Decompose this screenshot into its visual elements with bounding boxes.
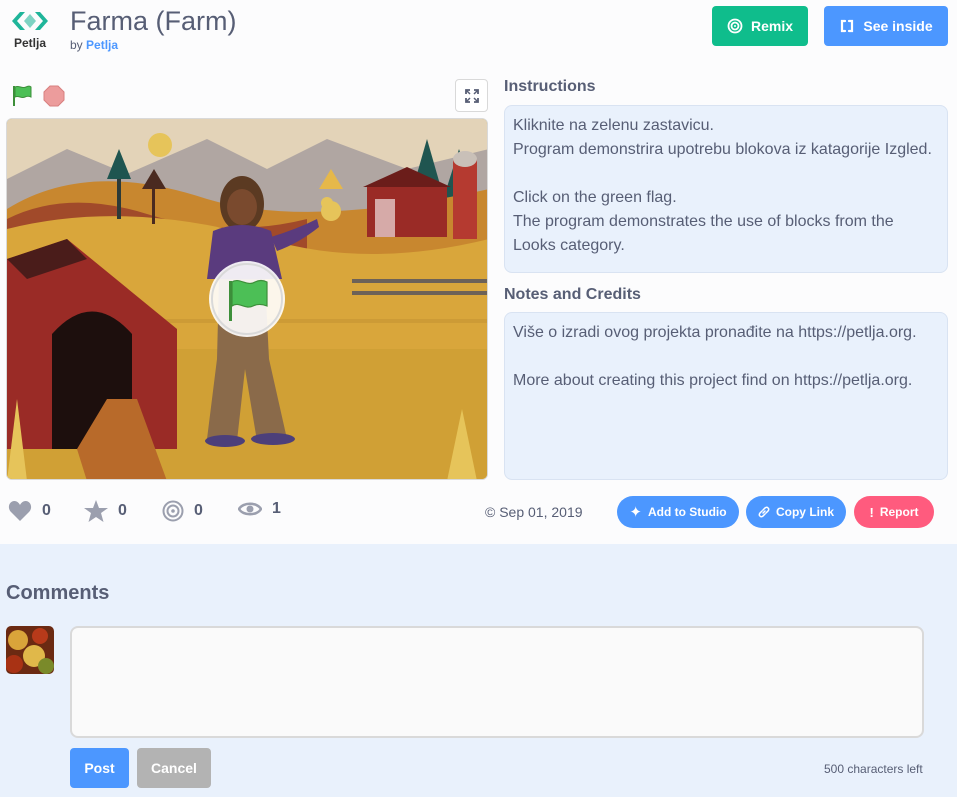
favorite-stat[interactable]: 0 — [84, 500, 127, 522]
stage-scene — [7, 119, 487, 479]
favorite-count: 0 — [118, 502, 127, 519]
remix-count: 0 — [194, 502, 203, 519]
view-stat: 1 — [238, 500, 281, 518]
see-inside-icon — [841, 19, 854, 33]
user-avatar[interactable] — [6, 626, 54, 674]
copy-link-button[interactable]: Copy Link — [746, 496, 846, 528]
project-title: Farma (Farm) — [70, 6, 237, 36]
star-icon — [84, 500, 108, 522]
chars-left: 500 characters left — [824, 762, 923, 776]
project-stage[interactable] — [6, 118, 488, 480]
stop-icon[interactable] — [43, 85, 65, 107]
comments-title: Comments — [6, 582, 110, 604]
notes-label: Notes and Credits — [504, 286, 641, 303]
instructions-text: Kliknite na zelenu zastavicu. Program de… — [504, 105, 948, 273]
copyright-icon: © — [485, 504, 496, 520]
post-button[interactable]: Post — [70, 748, 129, 788]
remix-stat: 0 — [162, 500, 203, 522]
logo-text: Petlja — [13, 36, 46, 50]
avatar-image — [6, 626, 54, 674]
by-prefix: by — [70, 38, 83, 52]
copy-link-label: Copy Link — [775, 505, 834, 519]
add-to-studio-button[interactable]: ✦ Add to Studio — [617, 496, 739, 528]
date-text: Sep 01, 2019 — [499, 504, 583, 520]
report-label: Report — [879, 505, 919, 519]
view-count: 1 — [272, 500, 281, 517]
remix-count-icon — [162, 500, 184, 522]
remix-label: Remix — [750, 18, 794, 34]
report-button[interactable]: ! Report — [854, 496, 934, 528]
love-count: 0 — [42, 502, 51, 519]
share-date: © Sep 01, 2019 — [485, 504, 583, 520]
petlja-logo[interactable]: Petlja — [10, 10, 50, 54]
petlja-logo-icon — [12, 12, 48, 30]
byline: by Petlja — [70, 38, 118, 52]
notes-text: Više o izradi ovog projekta pronađite na… — [504, 312, 948, 480]
green-flag-icon[interactable] — [10, 84, 34, 108]
report-icon: ! — [869, 504, 874, 520]
remix-button[interactable]: Remix — [712, 6, 808, 46]
see-inside-button[interactable]: See inside — [824, 6, 948, 46]
comment-textarea[interactable] — [70, 626, 924, 738]
instructions-label: Instructions — [504, 78, 596, 95]
fullscreen-icon — [464, 88, 479, 103]
plus-icon: ✦ — [629, 504, 642, 521]
fullscreen-button[interactable] — [455, 79, 488, 112]
sun — [148, 133, 172, 157]
add-to-studio-label: Add to Studio — [647, 505, 727, 519]
link-icon — [758, 506, 770, 518]
heart-icon — [8, 501, 32, 521]
see-inside-label: See inside — [863, 18, 933, 34]
remix-icon — [727, 18, 743, 34]
love-stat[interactable]: 0 — [8, 500, 51, 522]
cancel-button[interactable]: Cancel — [137, 748, 211, 788]
eye-icon — [238, 502, 262, 516]
author-link[interactable]: Petlja — [86, 38, 118, 52]
